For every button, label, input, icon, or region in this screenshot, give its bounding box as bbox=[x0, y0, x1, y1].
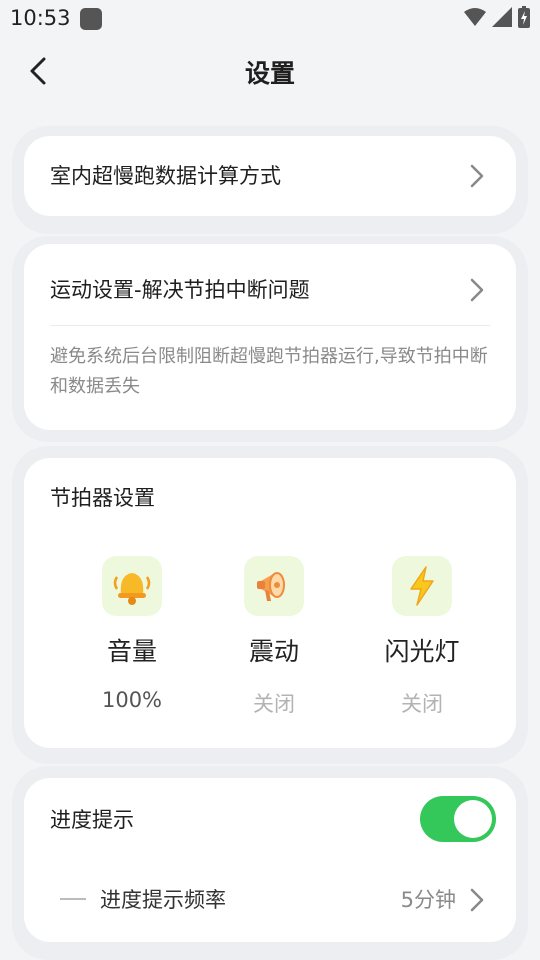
dash-icon bbox=[60, 898, 86, 900]
header: 设置 bbox=[0, 36, 540, 108]
frequency-label: 进度提示频率 bbox=[100, 888, 226, 912]
metronome-title: 节拍器设置 bbox=[50, 486, 155, 510]
progress-card-wrap: 进度提示 进度提示频率 5分钟 bbox=[12, 766, 528, 960]
wifi-icon bbox=[464, 8, 486, 26]
flashlight-setting[interactable]: 闪光灯 关闭 bbox=[362, 556, 482, 718]
progress-toggle[interactable] bbox=[420, 796, 496, 842]
frequency-value: 5分钟 bbox=[400, 888, 456, 912]
flashlight-label: 闪光灯 bbox=[384, 637, 460, 666]
chevron-right-icon bbox=[470, 164, 484, 188]
volume-setting[interactable]: 音量 100% bbox=[72, 556, 192, 712]
status-bar: 10:53 bbox=[0, 0, 540, 36]
bell-icon bbox=[102, 556, 162, 616]
motion-setting-label: 运动设置-解决节拍中断问题 bbox=[50, 278, 310, 302]
motion-card-wrap: 运动设置-解决节拍中断问题 避免系统后台限制阻断超慢跑节拍器运行,导致节拍中断和… bbox=[12, 236, 528, 442]
indoor-card-wrap: 室内超慢跑数据计算方式 bbox=[12, 126, 528, 234]
battery-icon bbox=[518, 6, 530, 28]
metronome-card-wrap: 节拍器设置 音量 100% 震动 关闭 闪光灯 关闭 bbox=[12, 446, 528, 764]
page-title: 设置 bbox=[244, 59, 295, 88]
motion-card: 运动设置-解决节拍中断问题 避免系统后台限制阻断超慢跑节拍器运行,导致节拍中断和… bbox=[24, 244, 516, 430]
vibration-setting[interactable]: 震动 关闭 bbox=[214, 556, 334, 718]
vibration-value: 关闭 bbox=[253, 692, 295, 716]
status-time: 10:53 bbox=[10, 6, 71, 30]
signal-icon bbox=[492, 7, 512, 27]
notification-icon bbox=[80, 8, 102, 30]
lightning-icon bbox=[392, 556, 452, 616]
volume-label: 音量 bbox=[106, 637, 157, 666]
megaphone-icon bbox=[244, 556, 304, 616]
progress-frequency-row[interactable]: 进度提示频率 5分钟 bbox=[24, 864, 516, 934]
divider bbox=[50, 325, 490, 326]
chevron-right-icon bbox=[470, 888, 484, 912]
progress-label: 进度提示 bbox=[50, 808, 134, 832]
indoor-setting-row[interactable]: 室内超慢跑数据计算方式 bbox=[24, 136, 516, 216]
motion-setting-row[interactable]: 运动设置-解决节拍中断问题 bbox=[24, 244, 516, 324]
progress-card: 进度提示 进度提示频率 5分钟 bbox=[24, 778, 516, 942]
flashlight-value: 关闭 bbox=[401, 692, 443, 716]
toggle-knob bbox=[454, 800, 492, 838]
volume-value: 100% bbox=[101, 688, 163, 712]
vibration-label: 震动 bbox=[248, 637, 299, 666]
indoor-setting-label: 室内超慢跑数据计算方式 bbox=[50, 164, 281, 188]
chevron-right-icon bbox=[470, 278, 484, 302]
metronome-card: 节拍器设置 音量 100% 震动 关闭 闪光灯 关闭 bbox=[24, 458, 516, 748]
motion-description: 避免系统后台限制阻断超慢跑节拍器运行,导致节拍中断和数据丢失 bbox=[50, 346, 488, 397]
